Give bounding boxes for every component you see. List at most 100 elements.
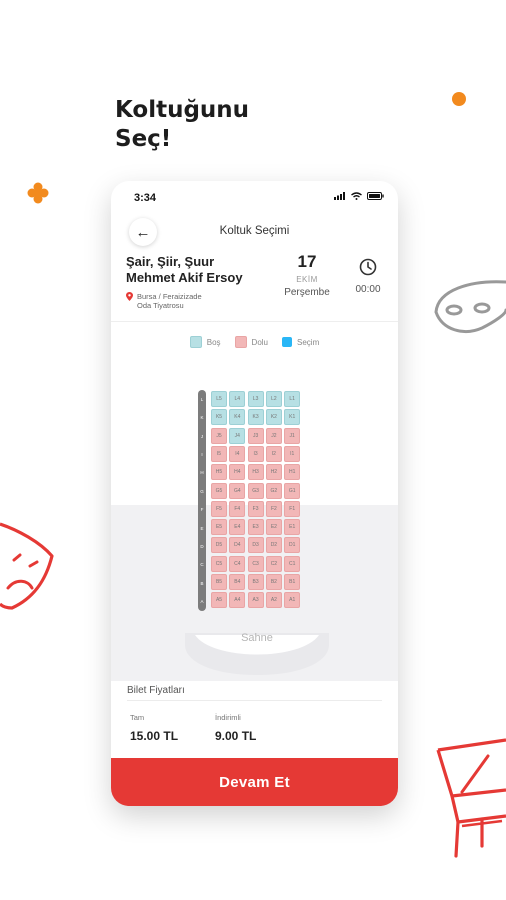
ticket-prices-panel: Bilet Fiyatları Tam 15.00 TL İndirimli 9… [111, 681, 398, 758]
seat-b4: B4 [229, 574, 246, 590]
seat-c1: C1 [284, 555, 301, 572]
event-day: 17 [297, 252, 317, 271]
seat-f3: F3 [247, 500, 264, 517]
seat-l1[interactable]: L1 [284, 391, 301, 407]
seat-e5: E5 [211, 519, 227, 536]
legend-swatch-taken [234, 336, 247, 348]
seat-e3: E3 [247, 519, 264, 536]
seat-l2[interactable]: L2 [265, 391, 282, 407]
event-time: 00:00 [355, 284, 381, 295]
seat-i2: I2 [265, 445, 282, 462]
seat-a5: A5 [211, 592, 227, 609]
seat-k3[interactable]: K3 [247, 409, 264, 426]
header-divider [111, 321, 398, 322]
seat-g2: G2 [265, 482, 282, 499]
legend-swatch-selected [282, 337, 292, 347]
legend-label-taken: Dolu [251, 337, 268, 347]
seat-f5: F5 [211, 500, 227, 517]
seat-c3: C3 [247, 555, 264, 572]
row-label: E [200, 525, 204, 531]
seat-h4: H4 [229, 464, 246, 481]
seat-h3: H3 [247, 464, 264, 481]
row-label: I [201, 451, 203, 457]
seat-c2: C2 [265, 555, 282, 572]
seat-e2: E2 [265, 519, 282, 536]
seat-j1: J1 [284, 427, 301, 444]
seat-l4[interactable]: L4 [229, 391, 246, 407]
seat-l5[interactable]: L5 [211, 391, 227, 407]
seat-j5: J5 [211, 427, 227, 444]
legend-item-free: Boş [189, 336, 221, 348]
wifi-icon [351, 192, 362, 200]
legend-swatch-free [189, 336, 202, 348]
row-label-bar: L K J I H G F E D C B A [198, 390, 206, 611]
battery-icon [367, 192, 384, 200]
seat-e1: E1 [284, 519, 301, 536]
price-label-full: Tam [130, 713, 145, 722]
piano-icon [436, 738, 506, 858]
seat-e4: E4 [229, 519, 246, 536]
event-title: Şair, Şiir, Şuur Mehmet Akif Ersoy [126, 254, 286, 286]
seat-g5: G5 [211, 482, 227, 499]
prices-divider [127, 700, 382, 701]
row-label: A [200, 599, 204, 605]
promo-headline-line2: Seç! [115, 126, 172, 152]
row-label: C [200, 562, 204, 568]
row-label: L [200, 396, 204, 402]
price-value-full: 15.00 TL [130, 729, 179, 743]
status-time: 3:34 [134, 192, 157, 204]
seat-b5: B5 [211, 574, 227, 590]
seat-k2[interactable]: K2 [265, 409, 282, 426]
event-weekday: Perşembe [284, 287, 330, 298]
seat-b2: B2 [265, 574, 282, 590]
row-label: H [200, 470, 204, 476]
seat-g3: G3 [247, 482, 264, 499]
seat-j4[interactable]: J4 [229, 427, 246, 444]
theatre-mask-icon [434, 280, 506, 333]
event-title-line2: Mehmet Akif Ersoy [126, 270, 243, 285]
row-label: J [200, 433, 204, 439]
seat-l3[interactable]: L3 [247, 391, 264, 407]
row-label: G [200, 488, 204, 494]
seat-c5: C5 [211, 555, 227, 572]
seat-j3: J3 [247, 427, 264, 444]
venue-line2: Oda Tiyatrosu [137, 301, 184, 310]
seat-d1: D1 [284, 537, 301, 554]
drama-mask-icon [0, 522, 54, 610]
seat-d3: D3 [247, 537, 264, 554]
venue-line1: Bursa / Feraizizade [137, 292, 202, 301]
orange-dot-icon [452, 92, 466, 106]
clock-icon [359, 258, 377, 276]
seat-g4: G4 [229, 482, 246, 499]
page-title: Koltuk Seçimi [219, 225, 290, 237]
seat-a3: A3 [247, 592, 264, 609]
continue-button[interactable]: Devam Et [111, 758, 398, 806]
seat-f4: F4 [229, 500, 246, 517]
seat-g1: G1 [284, 482, 301, 499]
signal-icon [334, 192, 345, 200]
seat-d2: D2 [265, 537, 282, 554]
seat-h1: H1 [284, 464, 301, 481]
seat-i5: I5 [211, 445, 227, 462]
location-pin-icon [126, 292, 133, 301]
legend-label-free: Boş [206, 337, 221, 347]
row-label: B [200, 580, 204, 586]
seat-f2: F2 [265, 500, 282, 517]
status-bar: 3:34 [111, 181, 398, 215]
stage-shape [185, 633, 329, 675]
seat-k1[interactable]: K1 [284, 409, 301, 426]
promo-headline: Koltuğunu Seç! [115, 96, 249, 154]
legend-item-taken: Dolu [234, 336, 268, 348]
seat-d4: D4 [229, 537, 246, 554]
seat-b3: B3 [247, 574, 264, 590]
seat-k5[interactable]: K5 [211, 409, 227, 426]
price-value-discount: 9.00 TL [215, 729, 257, 743]
seat-k4[interactable]: K4 [229, 409, 246, 426]
phone-screen: 3:34 ← Koltuk Seçimi Şair, Şiir, Şuur Me… [111, 181, 398, 806]
event-venue: Bursa / Feraizizade Oda Tiyatrosu [126, 292, 247, 310]
event-title-line1: Şair, Şiir, Şuur [126, 254, 215, 269]
seat-i4: I4 [229, 445, 246, 462]
status-icons [334, 192, 384, 200]
row-label: K [200, 415, 204, 421]
price-label-discount: İndirimli [215, 713, 241, 722]
